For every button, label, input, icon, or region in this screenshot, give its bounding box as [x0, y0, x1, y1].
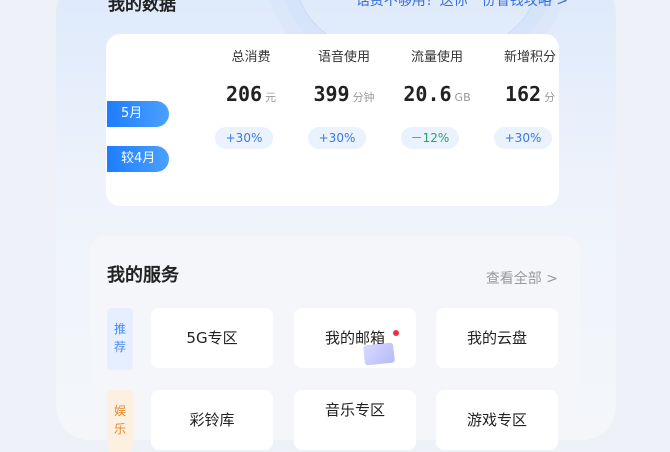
my-data-card: 总消费 206 元 +30% 语音使用 399 分钟 +30% 流量使用 20.6 G… [106, 34, 559, 206]
stat-value: 20.6 GB [403, 82, 471, 106]
section-title-my-data: 我的数据 [108, 0, 176, 15]
stat-label: 新增积分 [503, 50, 556, 65]
group-tag-entertainment: 娱乐 [107, 390, 133, 452]
stat-label: 流量使用 [410, 50, 463, 65]
stat-label: 语音使用 [317, 50, 370, 65]
group-tag-recommended: 推荐 [107, 308, 133, 370]
stat-value: 162 分 [504, 82, 556, 106]
stat-label: 总消费 [231, 50, 271, 65]
service-tile-my-mailbox[interactable]: 我的邮箱 [294, 308, 416, 368]
stat-change-badge: +30% [494, 127, 552, 149]
section-title-my-services: 我的服务 [107, 265, 179, 286]
savings-guide-link[interactable]: 话费不够用？送你一份省钱攻略 > [356, 0, 568, 10]
stat-change-badge: －12% [401, 127, 459, 149]
notification-dot-icon [393, 330, 399, 336]
stat-change-badge: +30% [308, 127, 366, 149]
stat-change-badge: +30% [215, 127, 273, 149]
stat-value: 399 分钟 [313, 82, 375, 106]
service-tile-my-cloud[interactable]: 我的云盘 [436, 308, 558, 368]
view-all-link[interactable]: 查看全部 > [486, 268, 558, 288]
stat-value: 206 元 [225, 82, 277, 106]
service-tile-games[interactable]: 游戏专区 [436, 390, 558, 450]
service-tile-5g-zone[interactable]: 5G专区 [151, 308, 273, 368]
service-tile-ringtone[interactable]: 彩铃库 [151, 390, 273, 450]
row-tag-current-month: 5月 [107, 101, 169, 127]
service-tile-music[interactable]: 音乐专区 [294, 390, 416, 450]
phone-frame: 我的数据 话费不够用？送你一份省钱攻略 > 总消费 206 元 +30% 语音使用… [56, 0, 616, 440]
data-header: 我的数据 话费不够用？送你一份省钱攻略 > [108, 0, 568, 15]
row-tag-compare-month: 较4月 [107, 146, 169, 172]
mailbox-envelope-icon [363, 342, 395, 366]
